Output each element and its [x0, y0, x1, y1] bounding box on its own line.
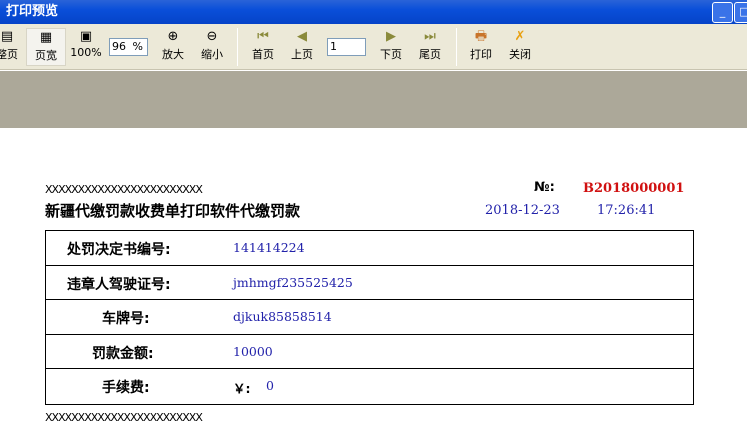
close-button[interactable]: ✗ 关闭 — [504, 28, 536, 66]
print-button[interactable]: 🖶 打印 — [465, 28, 497, 66]
zoom-out-button[interactable]: ⊖ 缩小 — [196, 28, 228, 66]
prev-page-icon: ◀ — [297, 29, 307, 44]
whole-page-icon: ▤ — [0, 29, 14, 44]
separator — [456, 28, 457, 66]
last-page-icon: ⏭ — [424, 29, 436, 44]
no-label: №: — [534, 180, 555, 195]
minimize-button[interactable]: _ — [712, 2, 733, 23]
prev-page-button[interactable]: ◀ 上页 — [286, 28, 318, 66]
page-width-icon: ▦ — [39, 30, 53, 45]
receipt-number: B2018000001 — [583, 181, 685, 196]
zoom-in-button[interactable]: ⊕ 放大 — [157, 28, 189, 66]
actual-size-icon: ▣ — [79, 29, 93, 44]
table-row: 罚款金额: 10000 — [46, 335, 693, 369]
zoom-input[interactable]: 96 % — [109, 38, 148, 56]
receipt-time: 17:26:41 — [597, 203, 656, 218]
table-row: 违章人驾驶证号: jmhmgf235525425 — [46, 266, 693, 300]
next-page-icon: ▶ — [386, 29, 396, 44]
last-page-button[interactable]: ⏭ 尾页 — [414, 28, 446, 66]
table-row: 处罚决定书编号: 141414224 — [46, 231, 693, 266]
footer-mask: XXXXXXXXXXXXXXXXXXXXXXXX — [45, 411, 203, 424]
table-row: 车牌号: djkuk85858514 — [46, 300, 693, 335]
page-width-button[interactable]: ▦ 页宽 — [26, 28, 66, 66]
preview-background — [0, 71, 747, 128]
table-row: 手续费: ￥: 0 — [102, 378, 274, 396]
receipt-date: 2018-12-23 — [485, 203, 560, 218]
actual-size-button[interactable]: ▣ 100% — [70, 28, 102, 66]
zoom-out-icon: ⊖ — [206, 29, 218, 44]
window-title: 打印预览 — [6, 4, 59, 19]
zoom-in-icon: ⊕ — [167, 29, 179, 44]
first-page-icon: ⏮ — [257, 29, 269, 44]
next-page-button[interactable]: ▶ 下页 — [375, 28, 407, 66]
receipt-title: 新疆代缴罚款收费单打印软件代缴罚款 — [45, 202, 301, 220]
window-titlebar: 打印预览 — [0, 0, 747, 24]
separator — [237, 28, 238, 66]
close-icon: ✗ — [514, 29, 526, 44]
receipt-table: 处罚决定书编号: 141414224 违章人驾驶证号: jmhmgf23552542… — [45, 230, 694, 405]
first-page-button[interactable]: ⏮ 首页 — [247, 28, 279, 66]
maximize-button[interactable]: □ — [734, 2, 747, 23]
printer-icon: 🖶 — [474, 29, 488, 44]
whole-page-button[interactable]: ▤ 整页 — [0, 28, 22, 66]
toolbar: ▤ 整页 ▦ 页宽 ▣ 100% 96 % ⊕ 放大 ⊖ 缩小 ⏮ 首页 ◀ 上页 1 ▶ 下页… — [0, 24, 747, 70]
header-mask: XXXXXXXXXXXXXXXXXXXXXXXX — [45, 183, 203, 196]
page-input[interactable]: 1 — [327, 38, 366, 56]
